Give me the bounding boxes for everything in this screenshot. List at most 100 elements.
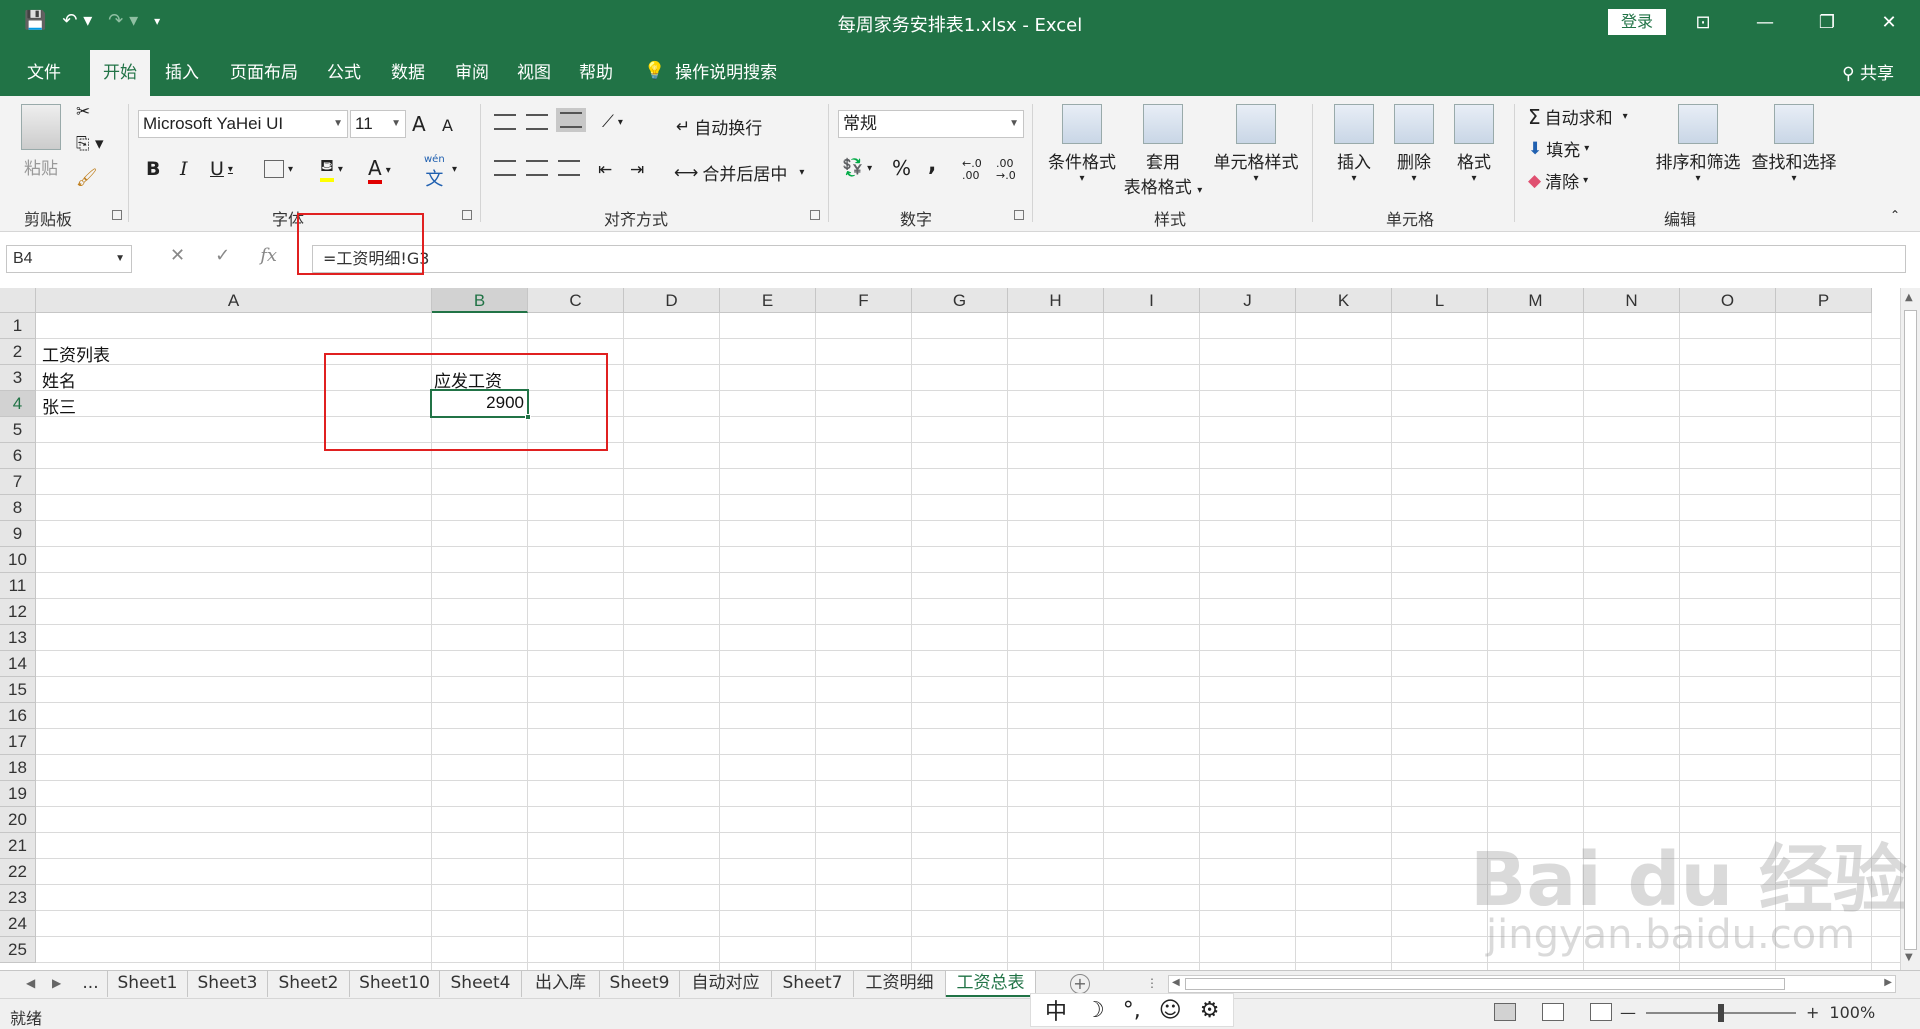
share-button[interactable]: ⚲ 共享 — [1842, 59, 1894, 84]
row-header-1[interactable]: 1 — [0, 313, 36, 339]
row-header-22[interactable]: 22 — [0, 859, 36, 885]
row-header-8[interactable]: 8 — [0, 495, 36, 521]
minimize-icon[interactable]: — — [1734, 0, 1796, 44]
insert-cells-button[interactable]: 插入 ▾ — [1326, 104, 1382, 184]
align-middle-button[interactable] — [526, 114, 548, 130]
borders-button[interactable]: ▾ — [264, 160, 293, 178]
cell-styles-button[interactable]: 单元格样式 ▾ — [1208, 104, 1304, 184]
settings-icon[interactable]: ⚙ — [1200, 998, 1220, 1023]
delete-cells-button[interactable]: 删除 ▾ — [1386, 104, 1442, 184]
row-header-11[interactable]: 11 — [0, 573, 36, 599]
align-right-button[interactable] — [558, 160, 580, 176]
enter-icon[interactable]: ✓ — [215, 245, 230, 266]
column-header-p[interactable]: P — [1776, 288, 1872, 313]
page-break-view-icon[interactable] — [1590, 1003, 1612, 1021]
formula-input[interactable]: =工资明细!G3 — [312, 245, 1906, 273]
collapse-ribbon-icon[interactable]: ⌃ — [1890, 208, 1900, 222]
orientation-button[interactable]: ⟋ ▾ — [602, 112, 623, 132]
shrink-font-button[interactable]: A — [442, 116, 453, 135]
tab-data[interactable]: 数据 — [380, 50, 436, 96]
format-cells-button[interactable]: 格式 ▾ — [1446, 104, 1502, 184]
zoom-out-icon[interactable]: — — [1620, 1003, 1636, 1022]
horizontal-scroll-thumb[interactable] — [1185, 978, 1785, 990]
sheet-tab-salary-summary[interactable]: 工资总表 — [946, 971, 1036, 997]
phonetic-guide-button[interactable]: wén 文 — [424, 154, 445, 191]
font-color-button[interactable]: A ▾ — [368, 156, 391, 184]
cell-a2[interactable]: 工资列表 — [42, 341, 110, 366]
cut-icon[interactable]: ✂ — [76, 102, 90, 122]
row-header-20[interactable]: 20 — [0, 807, 36, 833]
find-select-button[interactable]: 查找和选择 ▾ — [1748, 104, 1840, 184]
row-header-21[interactable]: 21 — [0, 833, 36, 859]
fill-color-button[interactable]: ⛾ ▾ — [320, 156, 343, 182]
zoom-level[interactable]: 100% — [1829, 1003, 1875, 1022]
column-header-h[interactable]: H — [1008, 288, 1104, 313]
scroll-right-icon[interactable]: ▶ — [1884, 977, 1892, 988]
tab-split-handle-icon[interactable]: ⋮ — [1146, 976, 1158, 990]
sheet-tab-sheet10[interactable]: Sheet10 — [350, 971, 440, 997]
insert-function-icon[interactable]: fx — [260, 245, 277, 266]
zoom-slider[interactable] — [1646, 1003, 1796, 1022]
select-all-button[interactable] — [0, 288, 36, 313]
row-header-2[interactable]: 2 — [0, 339, 36, 365]
row-header-15[interactable]: 15 — [0, 677, 36, 703]
scroll-down-icon[interactable]: ▼ — [1905, 952, 1913, 963]
autosum-button[interactable]: Σ 自动求和 ▾ — [1528, 104, 1628, 130]
merge-center-button[interactable]: ⟷ 合并后居中 ▾ — [674, 160, 804, 186]
align-center-button[interactable] — [526, 160, 548, 176]
tab-insert[interactable]: 插入 — [152, 50, 212, 96]
copy-icon[interactable]: ⎘ ▾ — [76, 134, 104, 154]
sheet-tab-sheet9[interactable]: Sheet9 — [600, 971, 680, 997]
alignment-launcher-icon[interactable] — [810, 210, 820, 220]
bold-button[interactable]: B — [146, 158, 160, 180]
sheet-tab-sheet4[interactable]: Sheet4 — [440, 971, 522, 997]
underline-button[interactable]: U ▾ — [210, 158, 233, 180]
paste-button[interactable]: 粘贴 — [16, 104, 66, 179]
row-header-5[interactable]: 5 — [0, 417, 36, 443]
column-header-d[interactable]: D — [624, 288, 720, 313]
row-header-25[interactable]: 25 — [0, 937, 36, 963]
tab-file[interactable]: 文件 — [14, 50, 74, 96]
increase-decimal-button[interactable]: ←.0 .00 — [962, 158, 990, 182]
row-header-18[interactable]: 18 — [0, 755, 36, 781]
next-sheet-icon[interactable]: ▶ — [52, 976, 61, 990]
column-header-g[interactable]: G — [912, 288, 1008, 313]
sheet-tab-more[interactable]: ... — [74, 971, 108, 997]
align-left-button[interactable] — [494, 160, 516, 176]
wrap-text-button[interactable]: ↵ 自动换行 — [676, 114, 762, 140]
sort-filter-button[interactable]: 排序和筛选 ▾ — [1652, 104, 1744, 184]
italic-button[interactable]: I — [180, 158, 188, 180]
conditional-formatting-button[interactable]: 条件格式 ▾ — [1042, 104, 1122, 184]
align-bottom-button[interactable] — [556, 108, 586, 132]
column-header-o[interactable]: O — [1680, 288, 1776, 313]
sheet-tab-sheet2[interactable]: Sheet2 — [268, 971, 350, 997]
moon-icon[interactable]: ☽ — [1085, 998, 1105, 1023]
tab-page-layout[interactable]: 页面布局 — [222, 50, 306, 96]
row-header-13[interactable]: 13 — [0, 625, 36, 651]
tab-formulas[interactable]: 公式 — [316, 50, 372, 96]
cell-a3[interactable]: 姓名 — [42, 367, 76, 392]
tab-home[interactable]: 开始 — [90, 50, 150, 96]
sheet-tab-sheet1[interactable]: Sheet1 — [108, 971, 188, 997]
scroll-left-icon[interactable]: ◀ — [1172, 977, 1180, 988]
ime-mode-icon[interactable]: 中 — [1045, 994, 1067, 1026]
sheet-tab-auto-match[interactable]: 自动对应 — [680, 971, 772, 997]
page-layout-view-icon[interactable] — [1542, 1003, 1564, 1021]
column-header-k[interactable]: K — [1296, 288, 1392, 313]
clear-button[interactable]: ◆ 清除 ▾ — [1528, 168, 1588, 194]
add-sheet-icon[interactable]: + — [1070, 974, 1090, 994]
percent-button[interactable]: % — [892, 156, 911, 180]
accounting-format-button[interactable]: 💱 ▾ — [842, 158, 872, 178]
login-button[interactable]: 登录 — [1608, 9, 1666, 35]
sheet-tab-sheet7[interactable]: Sheet7 — [772, 971, 854, 997]
decrease-indent-button[interactable]: ⇤ — [598, 160, 612, 180]
prev-sheet-icon[interactable]: ◀ — [26, 976, 35, 990]
align-top-button[interactable] — [494, 114, 516, 130]
number-launcher-icon[interactable] — [1014, 210, 1024, 220]
increase-indent-button[interactable]: ⇥ — [630, 160, 644, 180]
row-header-3[interactable]: 3 — [0, 365, 36, 391]
column-header-m[interactable]: M — [1488, 288, 1584, 313]
punctuation-icon[interactable]: °, — [1123, 998, 1141, 1023]
column-header-i[interactable]: I — [1104, 288, 1200, 313]
column-header-j[interactable]: J — [1200, 288, 1296, 313]
